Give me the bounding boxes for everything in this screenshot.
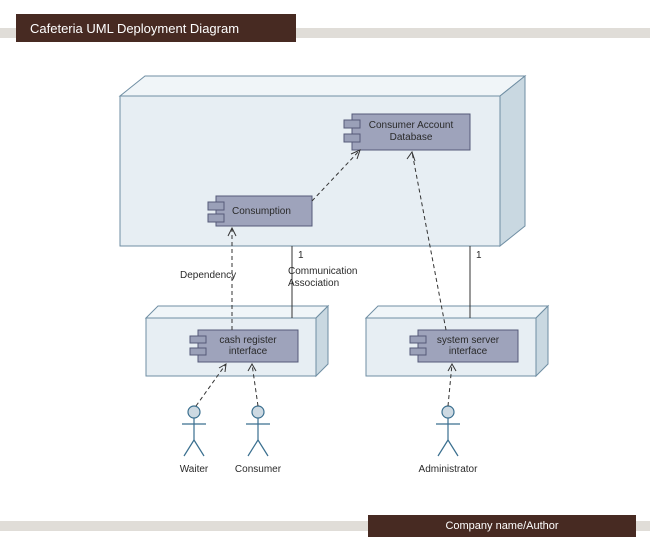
label-comm-1: Communication bbox=[288, 266, 357, 277]
component-consumption: Consumption bbox=[208, 196, 312, 226]
label-consumer-db-2: Database bbox=[390, 132, 433, 143]
component-system-server: system server interface bbox=[410, 330, 518, 362]
label-consumer: Consumer bbox=[235, 464, 282, 475]
label-administrator: Administrator bbox=[419, 464, 479, 475]
component-consumer-database: Consumer Account Database bbox=[344, 114, 470, 150]
label-comm-2: Association bbox=[288, 278, 339, 289]
diagram-canvas: Consumer Account Database Consumption ca… bbox=[0, 56, 650, 511]
label-system-server-2: interface bbox=[449, 346, 488, 357]
component-cash-register: cash register interface bbox=[190, 330, 298, 362]
diagram-title: Cafeteria UML Deployment Diagram bbox=[16, 14, 296, 42]
actor-consumer: Consumer bbox=[235, 406, 282, 475]
actor-waiter: Waiter bbox=[180, 406, 209, 475]
label-system-server-1: system server bbox=[437, 335, 500, 346]
label-consumption: Consumption bbox=[232, 206, 291, 217]
label-one-a: 1 bbox=[298, 250, 304, 261]
node-main bbox=[120, 76, 525, 246]
actor-administrator: Administrator bbox=[419, 406, 479, 475]
uml-deployment-svg: Consumer Account Database Consumption ca… bbox=[0, 56, 650, 516]
label-one-b: 1 bbox=[476, 250, 482, 261]
label-dependency: Dependency bbox=[180, 270, 236, 281]
footer-author: Company name/Author bbox=[368, 515, 636, 537]
label-consumer-db-1: Consumer Account bbox=[369, 120, 454, 131]
label-cash-register-2: interface bbox=[229, 346, 268, 357]
label-waiter: Waiter bbox=[180, 464, 209, 475]
label-cash-register-1: cash register bbox=[219, 335, 277, 346]
